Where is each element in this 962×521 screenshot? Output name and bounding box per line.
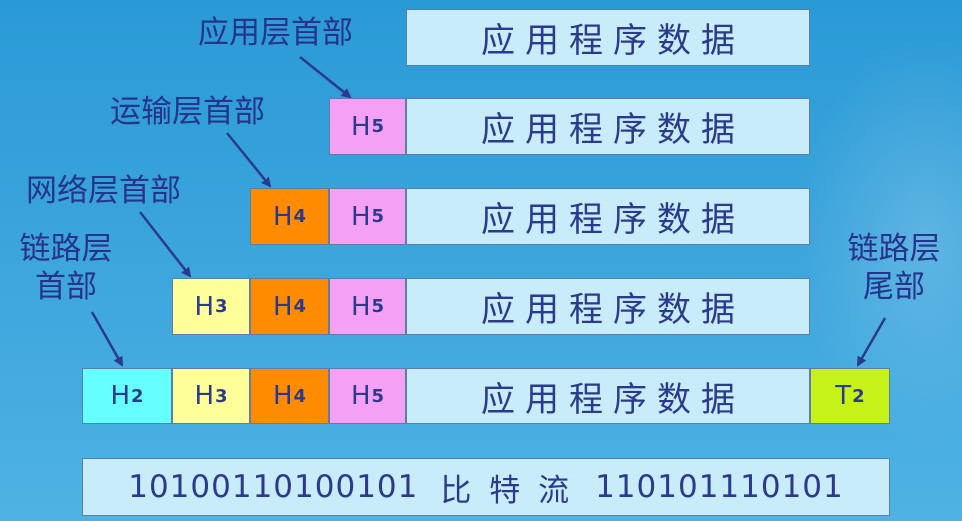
row5-data: 应用程序数据 — [406, 368, 810, 424]
label-transport-header: 运输层首部 — [110, 94, 265, 130]
bitstream-left: 10100110100101 — [128, 469, 419, 505]
label-link-header-line1: 链路层 — [19, 231, 113, 267]
row3-h4: H4 — [250, 188, 329, 245]
row5-h5: H5 — [329, 368, 406, 424]
arrow-link-header — [90, 311, 124, 367]
row4-h3: H3 — [172, 278, 250, 335]
arrow-link-trailer — [856, 317, 887, 367]
label-link-trailer-line2: 尾部 — [863, 269, 925, 305]
bitstream-label: 比 特 流 — [440, 472, 574, 509]
label-app-header: 应用层首部 — [198, 15, 353, 51]
bitstream-bar: 10100110100101 比 特 流 110101110101 — [82, 458, 890, 516]
label-link-header-line2: 首部 — [35, 269, 97, 305]
label-link-trailer: 链路层 尾部 — [832, 230, 956, 306]
row1-data: 应用程序数据 — [406, 9, 810, 66]
row5-h3: H3 — [172, 368, 250, 424]
row5-t2: T2 — [810, 368, 890, 424]
arrow-transport-header — [226, 132, 272, 188]
label-network-header: 网络层首部 — [26, 173, 181, 209]
label-link-header: 链路层 首部 — [6, 230, 126, 306]
row4-data: 应用程序数据 — [406, 278, 810, 335]
row3-h5: H5 — [329, 188, 406, 245]
arrow-app-header — [299, 56, 352, 99]
row5-h2: H2 — [82, 368, 172, 424]
arrow-network-header — [139, 211, 192, 278]
bitstream-right: 110101110101 — [595, 469, 844, 505]
arrow-layer — [90, 56, 887, 367]
row5-h4: H4 — [250, 368, 329, 424]
row4-h5: H5 — [329, 278, 406, 335]
row3-data: 应用程序数据 — [406, 188, 810, 245]
row2-h5: H5 — [329, 98, 406, 155]
row4-h4: H4 — [250, 278, 329, 335]
row2-data: 应用程序数据 — [406, 98, 810, 155]
label-link-trailer-line1: 链路层 — [847, 231, 941, 267]
